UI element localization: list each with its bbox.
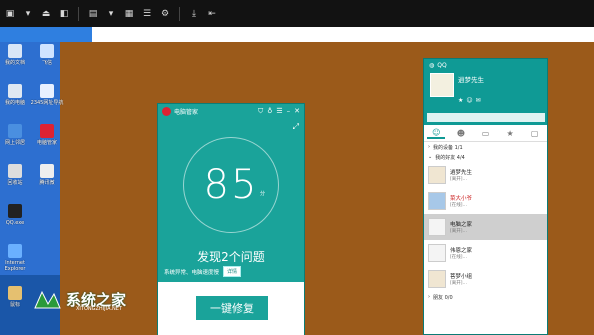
- menu-icon[interactable]: ☰: [276, 107, 282, 116]
- minimize-icon[interactable]: –: [287, 107, 291, 116]
- expand-icon[interactable]: ⤢: [293, 122, 299, 132]
- desktop-icon-2345[interactable]: 2345网址导航: [31, 84, 63, 106]
- chevron-right-icon: ›: [428, 294, 430, 300]
- health-score: 85: [203, 162, 259, 208]
- qq-header: ◍ QQ 逍梦先生 ★ ☺ ✉: [424, 59, 547, 125]
- desktop-icon-recycle-bin[interactable]: 回收站: [0, 164, 30, 186]
- app-icon: [40, 164, 54, 178]
- tab-chats-icon[interactable]: ▭: [476, 129, 494, 138]
- contact-item[interactable]: 逍梦先生 [离开]…: [424, 162, 547, 188]
- desktop-icon-my-computer[interactable]: 我的电脑: [0, 84, 30, 106]
- folder-icon: [8, 44, 22, 58]
- exit-icon[interactable]: ⇤: [206, 8, 218, 19]
- desktop-icon-my-documents[interactable]: 我的文档: [0, 44, 30, 66]
- penguin-icon: [8, 204, 22, 218]
- desktop-top-blank: [92, 27, 594, 42]
- toolbar-divider: [78, 6, 79, 21]
- chevron-down-icon: ⌄: [428, 154, 433, 160]
- avatar: [428, 270, 446, 288]
- tab-favorites-icon[interactable]: ★: [501, 129, 519, 138]
- chevron-right-icon: ›: [428, 144, 430, 150]
- toolbar-divider: [179, 6, 180, 21]
- group-devices[interactable]: › 我的设备 1/1: [424, 142, 547, 152]
- qq-title: QQ: [437, 62, 447, 69]
- list-icon[interactable]: ☰: [141, 8, 153, 19]
- pc-manager-logo-icon: [162, 106, 171, 116]
- tab-more-icon[interactable]: ▢: [526, 129, 544, 138]
- dropdown-icon[interactable]: ▾: [105, 8, 117, 19]
- grid-icon[interactable]: ▦: [123, 8, 135, 19]
- trash-icon: [8, 164, 22, 178]
- close-icon[interactable]: ✕: [294, 107, 300, 116]
- screen-icon[interactable]: ▣: [4, 8, 16, 19]
- group-friends[interactable]: ⌄ 我的好友 4/4: [424, 152, 547, 162]
- score-ring: 85: [183, 137, 279, 233]
- shirt-icon[interactable]: ♁: [267, 107, 272, 116]
- watermark-logo-icon: [34, 290, 61, 309]
- qq-tabs: ☺ ☻ ▭ ★ ▢: [424, 125, 547, 142]
- contact-item[interactable]: 电脑之家 [离开]…: [424, 214, 547, 240]
- desktop-icon-mouse[interactable]: 鼠标: [0, 286, 30, 308]
- mail-icon[interactable]: ✉: [476, 97, 481, 104]
- score-unit: 分: [260, 191, 266, 197]
- one-click-fix-button[interactable]: 一键修复: [196, 296, 268, 320]
- folder-icon: [8, 286, 22, 300]
- desktop-icon-fetion[interactable]: 飞信: [32, 44, 62, 66]
- gear-icon[interactable]: ⚙: [159, 8, 171, 19]
- display-icon[interactable]: ▤: [87, 8, 99, 19]
- computer-icon: [8, 84, 22, 98]
- desktop-icon-ie[interactable]: Internet Explorer: [0, 244, 30, 272]
- user-icon[interactable]: ☺: [466, 97, 472, 104]
- window-icon[interactable]: ◧: [58, 8, 70, 19]
- shield-icon[interactable]: ⛉: [258, 107, 263, 116]
- issues-summary: 系统异常、电脑速度慢 详情: [164, 266, 242, 277]
- desktop-icon-pc-manager[interactable]: 电脑管家: [32, 124, 62, 146]
- remote-toolbar: ▣ ▾ ⏏ ◧ ▤ ▾ ▦ ☰ ⚙ ⤓ ⇤: [0, 0, 594, 27]
- qq-panel: ◍ QQ 逍梦先生 ★ ☺ ✉ ☺ ☻ ▭ ★ ▢ › 我的设备 1/1 ⌄ 我…: [423, 58, 548, 335]
- browser-icon: [8, 244, 22, 258]
- tab-groups-icon[interactable]: ☻: [452, 129, 470, 138]
- avatar: [428, 218, 446, 236]
- pc-manager-window: 电脑管家 ⛉ ♁ ☰ – ✕ ⤢ 85 分 发现2个问题 系统异常、电脑速度慢 …: [157, 103, 305, 335]
- issues-description: 系统异常、电脑速度慢: [164, 269, 220, 276]
- watermark-url: XITONGZHIJIA.NET: [76, 306, 122, 312]
- search-input[interactable]: [427, 113, 545, 122]
- avatar: [428, 166, 446, 184]
- desktop-top-strip: [0, 27, 92, 42]
- desktop-icon-tencent-micro[interactable]: 腾讯微: [32, 164, 62, 186]
- issues-heading: 发现2个问题: [197, 250, 265, 264]
- dropdown-icon[interactable]: ▾: [22, 8, 34, 19]
- pc-manager-footer: 一键修复: [158, 282, 304, 335]
- contact-item[interactable]: 菜大小爷 [在线]…: [424, 188, 547, 214]
- contact-item[interactable]: 菩梦小组 [离开]…: [424, 266, 547, 292]
- fetion-icon: [40, 44, 54, 58]
- qq-titlebar: ◍ QQ: [429, 62, 447, 69]
- tab-contacts-icon[interactable]: ☺: [427, 128, 446, 139]
- avatar: [428, 244, 446, 262]
- details-button[interactable]: 详情: [223, 266, 242, 277]
- pc-manager-title: 电脑管家: [174, 108, 199, 116]
- star-icon[interactable]: ★: [458, 97, 463, 104]
- eject-icon[interactable]: ⏏: [40, 8, 52, 19]
- avatar: [428, 192, 446, 210]
- desktop-icon-qq[interactable]: QQ.exe: [0, 204, 30, 226]
- qq-status-icons: ★ ☺ ✉: [458, 97, 481, 104]
- desktop-icon-network[interactable]: 网上邻居: [0, 124, 30, 146]
- web-icon: [40, 84, 54, 98]
- group-friends-2[interactable]: › 朋友 0/0: [424, 292, 547, 302]
- shield-icon: [40, 124, 54, 138]
- penguin-icon: ◍: [429, 62, 435, 69]
- avatar[interactable]: [430, 73, 454, 97]
- site-watermark: 系统之家 XITONGZHIJIA.NET: [32, 286, 126, 312]
- contact-item[interactable]: 伟恩之家 [在线]…: [424, 240, 547, 266]
- network-icon: [8, 124, 22, 138]
- qq-nickname: 逍梦先生: [458, 76, 484, 84]
- pc-manager-titlebar: 电脑管家 ⛉ ♁ ☰ – ✕: [158, 104, 304, 118]
- download-icon[interactable]: ⤓: [188, 8, 200, 19]
